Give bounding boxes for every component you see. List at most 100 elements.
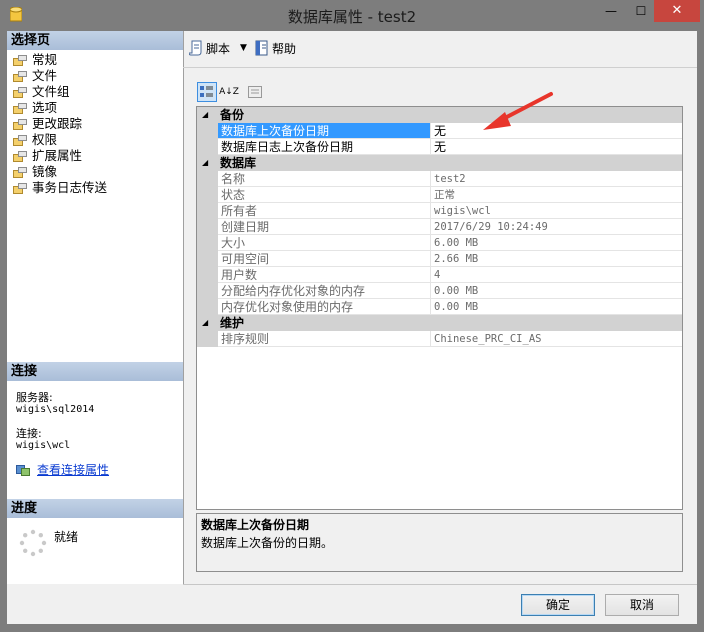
property-row[interactable]: 状态 正常 [197,187,682,203]
annotation-arrow-icon [483,92,553,130]
collapse-triangle-icon[interactable]: ◢ [202,155,208,171]
property-value[interactable]: 6.00 MB [431,235,682,251]
page-item[interactable]: 更改跟踪 [13,116,107,132]
row-gutter [197,139,218,155]
property-value[interactable]: 无 [431,139,682,155]
button-bar-divider [183,584,697,585]
description-panel: 数据库上次备份日期 数据库上次备份的日期。 [196,513,683,572]
row-gutter [197,267,218,283]
row-gutter [197,283,218,299]
ok-button[interactable]: 确定 [521,594,595,616]
property-name[interactable]: 排序规则 [218,331,431,347]
property-name[interactable]: 内存优化对象使用的内存 [218,299,431,315]
page-item[interactable]: 文件 [13,68,107,84]
property-row[interactable]: 分配给内存优化对象的内存 0.00 MB [197,283,682,299]
property-name[interactable]: 用户数 [218,267,431,283]
property-row[interactable]: 所有者 wigis\wcl [197,203,682,219]
view-connection-properties-row[interactable]: 查看连接属性 [16,461,109,478]
property-pages-button[interactable] [245,82,265,102]
script-icon [189,40,202,56]
property-name[interactable]: 创建日期 [218,219,431,235]
property-row[interactable]: 用户数 4 [197,267,682,283]
property-page-icon [13,86,27,98]
script-dropdown-arrow-icon[interactable]: ▼ [240,43,247,53]
page-item-label: 镜像 [32,164,58,179]
page-item[interactable]: 常规 [13,52,107,68]
alphabetical-button[interactable]: A↓Z [219,82,239,102]
server-label: 服务器: [16,391,53,404]
property-row[interactable]: 排序规则 Chinese_PRC_CI_AS [197,331,682,347]
property-name[interactable]: 所有者 [218,203,431,219]
page-item[interactable]: 扩展属性 [13,148,107,164]
property-row[interactable]: 创建日期 2017/6/29 10:24:49 [197,219,682,235]
property-row[interactable]: 数据库上次备份日期无 [197,123,682,139]
connection-properties-icon [16,464,30,476]
page-item[interactable]: 镜像 [13,164,107,180]
property-row[interactable]: 内存优化对象使用的内存 0.00 MB [197,299,682,315]
page-item-label: 更改跟踪 [32,116,83,131]
collapse-triangle-icon[interactable]: ◢ [202,107,208,123]
property-value[interactable]: 0.00 MB [431,283,682,299]
description-title: 数据库上次备份日期 [201,518,310,532]
category-row[interactable]: ◢ 备份 [197,107,682,123]
page-item-label: 事务日志传送 [32,180,108,195]
help-button[interactable]: 帮助 [255,40,296,57]
page-item-label: 常规 [32,52,58,67]
page-item[interactable]: 选项 [13,100,107,116]
categorized-button[interactable] [197,82,217,102]
row-gutter [197,187,218,203]
row-gutter [197,299,218,315]
category-label: 数据库 [220,156,257,170]
property-name[interactable]: 可用空间 [218,251,431,267]
row-gutter [197,123,218,139]
property-value[interactable]: 2017/6/29 10:24:49 [431,219,682,235]
property-value[interactable]: 2.66 MB [431,251,682,267]
property-value[interactable]: 无 [431,123,682,139]
progress-status: 就绪 [54,530,79,544]
page-item-label: 文件组 [32,84,70,99]
category-row[interactable]: ◢ 维护 [197,315,682,331]
property-value[interactable]: 正常 [431,187,682,203]
script-button[interactable]: 脚本 [189,40,230,57]
row-gutter [197,331,218,347]
connection-header: 连接 [7,362,183,381]
property-name[interactable]: 数据库日志上次备份日期 [218,139,431,155]
property-value[interactable]: 4 [431,267,682,283]
property-name[interactable]: 数据库上次备份日期 [218,123,431,139]
property-value[interactable]: 0.00 MB [431,299,682,315]
property-row[interactable]: 名称 test2 [197,171,682,187]
close-button[interactable]: ✕ [654,0,700,22]
property-page-icon [13,54,27,66]
page-item[interactable]: 权限 [13,132,107,148]
cancel-button[interactable]: 取消 [605,594,679,616]
property-name[interactable]: 大小 [218,235,431,251]
title-bar: 数据库属性 - test2 — ☐ ✕ [0,0,704,31]
connection-value: wigis\wcl [16,440,71,451]
property-page-icon [13,70,27,82]
property-value[interactable]: wigis\wcl [431,203,682,219]
property-value[interactable]: Chinese_PRC_CI_AS [431,331,682,347]
property-grid[interactable]: ◢ 备份 数据库上次备份日期无数据库日志上次备份日期无 ◢ 数据库 名称 test2 状态 正常… [196,106,683,510]
property-name[interactable]: 名称 [218,171,431,187]
property-row[interactable]: 数据库日志上次备份日期无 [197,139,682,155]
page-item[interactable]: 文件组 [13,84,107,100]
row-gutter [197,171,218,187]
property-row[interactable]: 可用空间 2.66 MB [197,251,682,267]
page-item[interactable]: 事务日志传送 [13,180,107,196]
property-value[interactable]: test2 [431,171,682,187]
help-label: 帮助 [271,41,296,56]
row-gutter [197,219,218,235]
maximize-button[interactable]: ☐ [626,0,656,22]
property-pages-icon [248,86,262,98]
collapse-triangle-icon[interactable]: ◢ [202,315,208,331]
property-name[interactable]: 分配给内存优化对象的内存 [218,283,431,299]
property-row[interactable]: 大小 6.00 MB [197,235,682,251]
minimize-button[interactable]: — [596,0,626,22]
server-value: wigis\sql2014 [16,404,95,415]
property-page-icon [13,102,27,114]
view-connection-properties-link[interactable]: 查看连接属性 [37,461,109,478]
categorized-icon [200,86,213,97]
category-row[interactable]: ◢ 数据库 [197,155,682,171]
property-name[interactable]: 状态 [218,187,431,203]
page-item-label: 选项 [32,100,58,115]
